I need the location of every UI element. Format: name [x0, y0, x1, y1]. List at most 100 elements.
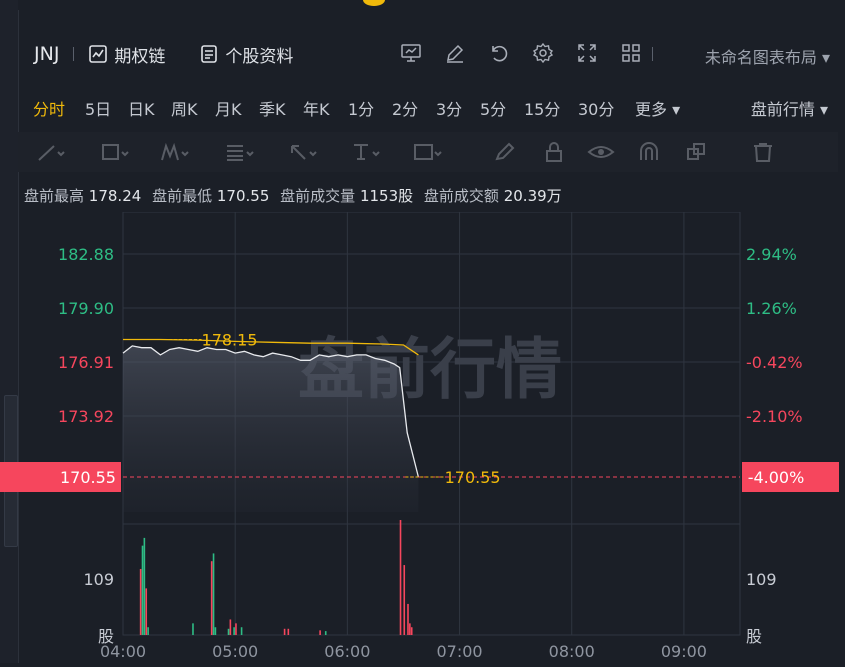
chart-svg[interactable]: 盘前行情178.15170.55182.88179.90176.91173.92…	[0, 211, 845, 663]
period-tab-8[interactable]: 2分	[392, 96, 418, 120]
text-tool-icon[interactable]	[351, 142, 381, 162]
y-tick-0: 182.88	[58, 245, 114, 264]
period-tab-13[interactable]: 更多 ▾	[635, 96, 680, 120]
magnet-icon[interactable]	[634, 142, 664, 162]
volume-value: 1153股	[359, 187, 414, 205]
document-icon	[201, 45, 218, 63]
pct-tick-2: -0.42%	[746, 353, 803, 372]
period-tab-11[interactable]: 15分	[524, 96, 560, 120]
volume-bar-22	[410, 627, 413, 635]
price-chart[interactable]: 盘前行情 178.15 170.55 182.88 179.90 176.91 173.92…	[0, 211, 845, 667]
last-price-tag-text: 170.55	[60, 468, 116, 487]
x-tick-0: 04:00	[100, 642, 146, 661]
fullscreen-icon[interactable]	[576, 42, 598, 64]
fib-tool-icon[interactable]	[225, 142, 255, 162]
y-tick-3: 173.92	[58, 407, 114, 426]
gear-icon[interactable]	[532, 42, 554, 64]
volume-bar-2	[143, 537, 146, 635]
high-label: 盘前最高	[24, 187, 85, 205]
amount-label: 盘前成交额	[423, 187, 499, 205]
period-tab-0[interactable]: 分时	[33, 96, 65, 120]
brush-tool-icon[interactable]	[492, 142, 522, 162]
x-tick-5: 09:00	[661, 642, 707, 661]
pct-tick-1: 1.26%	[746, 299, 797, 318]
options-chain-button[interactable]: 期权链	[88, 42, 165, 67]
period-tab-6[interactable]: 年K	[303, 96, 330, 120]
volume-tick-right: 109	[746, 570, 777, 589]
volume-bar-8	[214, 627, 217, 635]
last-value-label: 170.55	[445, 468, 501, 487]
pattern-tool-icon[interactable]	[160, 142, 190, 162]
arrow-tool-icon[interactable]	[288, 142, 318, 162]
volume-bar-17	[324, 631, 327, 635]
avg-value-label: 178.15	[202, 331, 258, 350]
volume-bar-19	[403, 565, 406, 635]
period-tab-9[interactable]: 3分	[436, 96, 462, 120]
volume-bar-12	[235, 623, 237, 635]
volume-bar-11	[233, 627, 235, 635]
x-tick-1: 05:00	[212, 642, 258, 661]
volume-label: 盘前成交量	[280, 187, 356, 205]
layout-selector[interactable]: 未命名图表布局 ▾	[705, 44, 830, 68]
volume-bar-6	[210, 561, 213, 635]
label-tool-icon[interactable]	[413, 142, 443, 162]
line-tool-icon[interactable]	[36, 142, 66, 162]
low-value: 170.55	[216, 187, 270, 205]
period-tab-7[interactable]: 1分	[348, 96, 374, 120]
top-strip	[18, 0, 845, 10]
volume-tick-left: 109	[83, 570, 114, 589]
eye-icon[interactable]	[586, 142, 616, 162]
x-tick-4: 08:00	[549, 642, 595, 661]
period-tab-12[interactable]: 30分	[578, 96, 614, 120]
volume-bar-9	[227, 628, 230, 635]
options-chain-label: 期权链	[114, 46, 166, 67]
period-tab-3[interactable]: 周K	[171, 96, 198, 120]
volume-unit-right: 股	[746, 627, 762, 646]
chart-box-icon	[89, 45, 108, 63]
premarket-stats: 盘前最高 178.24 盘前最低 170.55 盘前成交量 1153股 盘前成交…	[24, 185, 568, 206]
volume-bar-18	[399, 520, 402, 635]
header-divider	[73, 47, 75, 61]
volume-bar-1	[141, 545, 144, 635]
volume-bar-7	[212, 553, 215, 635]
stock-info-button[interactable]: 个股资料	[199, 42, 293, 67]
ticker-symbol: JNJ	[34, 43, 60, 65]
volume-bar-0	[139, 568, 142, 635]
volume-bar-16	[319, 630, 321, 635]
high-value: 178.24	[88, 187, 142, 205]
grid-layout-icon[interactable]	[620, 42, 642, 64]
premarket-mode-select[interactable]: 盘前行情 ▾	[751, 96, 828, 120]
y-tick-1: 179.90	[58, 299, 114, 318]
y-tick-2: 176.91	[58, 353, 114, 372]
app-logo-icon	[363, 0, 385, 6]
header-divider-2	[652, 47, 653, 61]
x-tick-3: 07:00	[436, 642, 482, 661]
period-bar: 分时 5日 日K 周K 月K 季K 年K 1分 2分 3分 5分 15分 30分 更多 ▾ 盘前行情 ▾	[18, 92, 838, 120]
drawing-toolbar	[18, 132, 838, 172]
edit-icon[interactable]	[444, 42, 466, 64]
x-tick-2: 06:00	[324, 642, 370, 661]
volume-bar-20	[407, 603, 409, 635]
present-icon[interactable]	[400, 42, 422, 64]
volume-bar-4	[147, 627, 149, 635]
low-label: 盘前最低	[152, 187, 213, 205]
volume-bar-3	[145, 588, 148, 635]
period-tab-4[interactable]: 月K	[215, 96, 242, 120]
pct-tick-0: 2.94%	[746, 245, 797, 264]
period-tab-1[interactable]: 5日	[85, 96, 111, 120]
volume-bar-14	[283, 628, 286, 635]
period-tab-2[interactable]: 日K	[128, 96, 155, 120]
volume-bar-15	[287, 628, 290, 635]
period-tab-10[interactable]: 5分	[480, 96, 506, 120]
pct-tick-3: -2.10%	[746, 407, 803, 426]
header-tools	[400, 42, 642, 64]
trash-icon[interactable]	[748, 142, 778, 162]
refresh-icon[interactable]	[488, 42, 510, 64]
layers-icon[interactable]	[682, 142, 712, 162]
volume-bar-10	[229, 619, 232, 635]
rectangle-tool-icon[interactable]	[100, 142, 130, 162]
period-tab-5[interactable]: 季K	[259, 96, 286, 120]
volume-bar-5	[192, 623, 194, 635]
volume-bar-21	[409, 623, 411, 635]
lock-icon[interactable]	[539, 142, 569, 162]
